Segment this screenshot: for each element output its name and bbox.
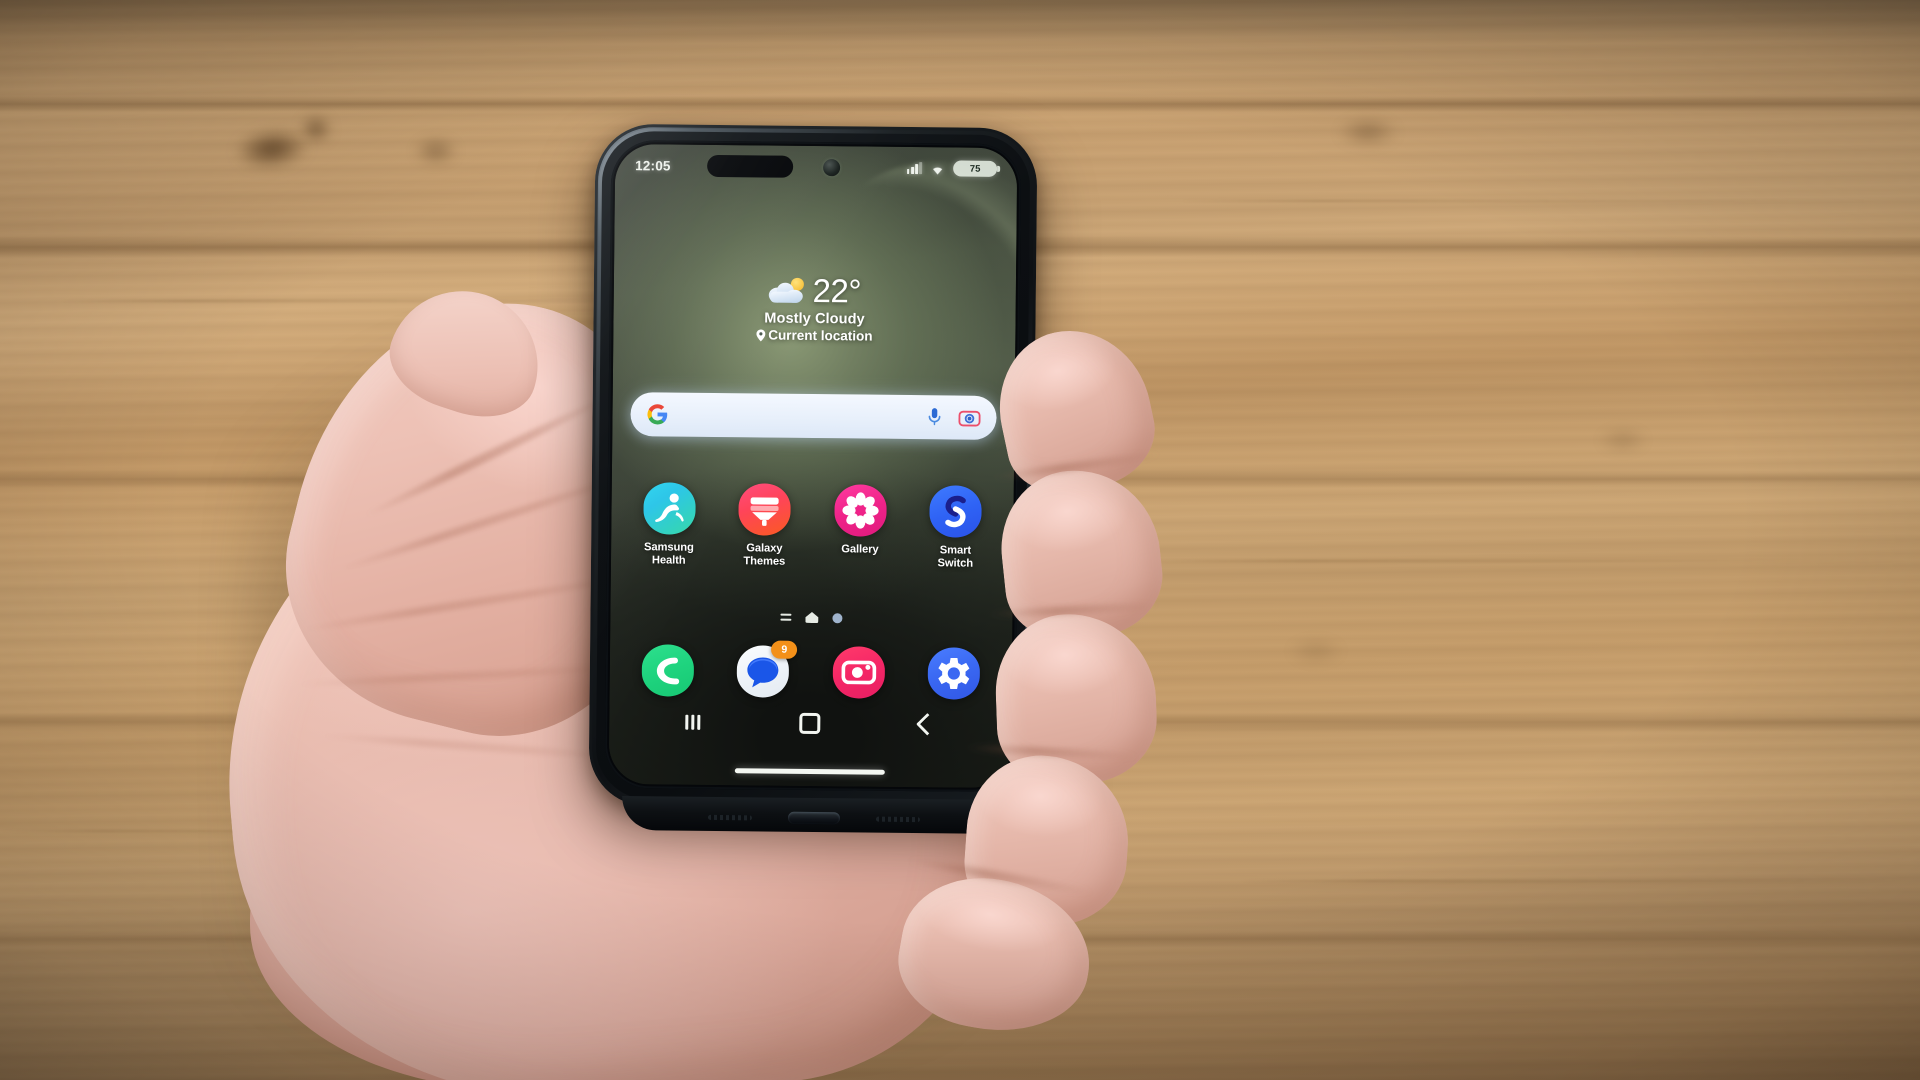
fingers-group <box>0 0 1920 1080</box>
screenshot-stage: 12:05 75 22° Mostly Cloudy Current locat… <box>0 0 1920 1080</box>
